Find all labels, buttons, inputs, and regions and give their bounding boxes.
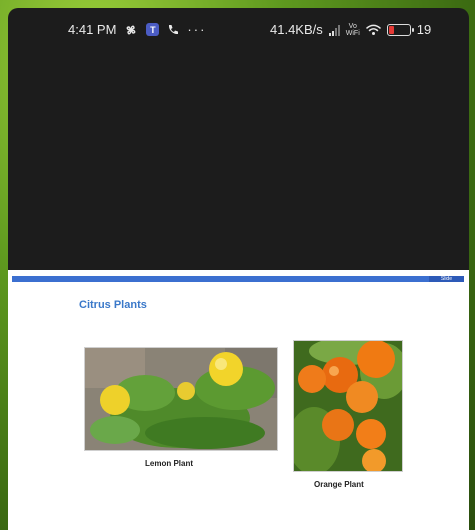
- orange-plant-caption: Orange Plant: [314, 480, 364, 489]
- battery-icon: [386, 23, 414, 36]
- phone-screen: 4:41 PM T ··· 41.4KB/s Vo WiFi 19 Slide …: [8, 8, 469, 530]
- vowifi-icon: Vo WiFi: [346, 23, 360, 37]
- vowifi-bottom-label: WiFi: [345, 29, 360, 37]
- clock: 4:41 PM: [68, 22, 117, 37]
- pinwheel-icon: [124, 23, 138, 37]
- phone-call-icon: [167, 24, 179, 36]
- slide-title: Citrus Plants: [79, 299, 147, 311]
- slide-badge: Slide: [428, 276, 464, 282]
- status-right: 41.4KB/s Vo WiFi 19: [270, 22, 431, 37]
- battery-level: 19: [416, 22, 432, 37]
- teams-icon: T: [146, 23, 160, 36]
- status-bar: 4:41 PM T ··· 41.4KB/s Vo WiFi 19: [8, 8, 469, 54]
- wifi-icon: [366, 24, 381, 36]
- signal-icon: [328, 24, 340, 36]
- orange-plant-image: [293, 340, 403, 472]
- slide-header-bar: Slide: [12, 276, 464, 282]
- vowifi-top-label: Vo: [348, 22, 357, 30]
- lemon-plant-caption: Lemon Plant: [145, 459, 194, 468]
- lemon-plant-image: [84, 347, 278, 451]
- presentation-slide: Slide Citrus Plants Lemon Plant Orange P…: [8, 270, 469, 530]
- more-dots-icon: ···: [187, 22, 207, 37]
- network-speed: 41.4KB/s: [270, 22, 323, 37]
- status-left: 4:41 PM T ···: [68, 22, 206, 37]
